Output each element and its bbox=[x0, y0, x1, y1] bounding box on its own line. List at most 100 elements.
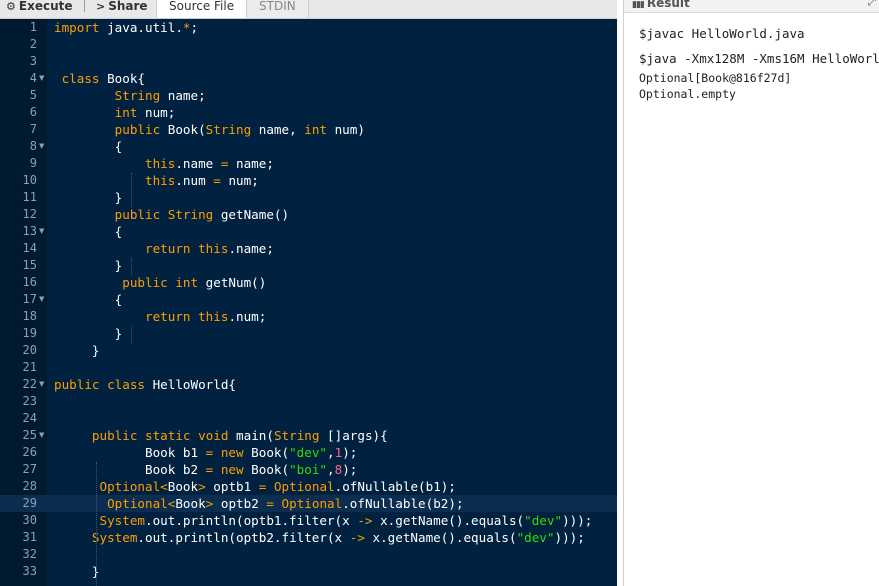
tab-source-file[interactable]: Source File bbox=[156, 0, 248, 18]
code-text: class Book{ bbox=[61, 71, 146, 86]
line-number: 5 bbox=[29, 88, 37, 102]
code-line[interactable]: 32 bbox=[0, 546, 617, 563]
code-line[interactable]: 19 } bbox=[0, 325, 617, 342]
line-number: 16 bbox=[22, 275, 37, 289]
code-line[interactable]: 26 Book b1 = new Book("dev",1); bbox=[0, 444, 617, 461]
line-number: 15 bbox=[22, 258, 37, 272]
result-panel: ▮▮▮ Result ⤢ $javac HelloWorld.java $java… bbox=[623, 0, 879, 586]
expand-icon[interactable]: ⤢ bbox=[868, 0, 876, 8]
code-text: { bbox=[54, 292, 123, 307]
code-text: Optional<Book> optb1 = Optional.ofNullab… bbox=[99, 479, 456, 494]
code-line[interactable]: 12 public String getName() bbox=[0, 206, 617, 223]
code-text: { bbox=[54, 224, 123, 239]
output-line: Optional.empty bbox=[639, 87, 736, 101]
line-number: 17 bbox=[22, 292, 37, 306]
line-number: 6 bbox=[29, 105, 37, 119]
code-text: String name; bbox=[114, 88, 206, 103]
toolbar: ⚙ Execute > Share Source File STDIN bbox=[0, 0, 617, 19]
line-number: 20 bbox=[22, 343, 37, 357]
code-text: import java.util.*; bbox=[54, 20, 199, 35]
code-text: Optional<Book> optb2 = Optional.ofNullab… bbox=[107, 496, 464, 511]
code-line[interactable]: 3 bbox=[0, 53, 617, 70]
fold-arrow-icon[interactable]: ▼ bbox=[39, 291, 44, 308]
code-line[interactable]: 14 return this.name; bbox=[0, 240, 617, 257]
indent-guide bbox=[131, 258, 132, 275]
code-line[interactable]: 8 ▼ { bbox=[0, 138, 617, 155]
code-line[interactable]: 29 Optional<Book> optb2 = Optional.ofNul… bbox=[0, 495, 617, 512]
code-text: System.out.println(optb1.filter(x -> x.g… bbox=[99, 513, 593, 528]
code-line[interactable]: 18 return this.num; bbox=[0, 308, 617, 325]
line-number: 18 bbox=[22, 309, 37, 323]
code-text: public Book(String name, int num) bbox=[114, 122, 365, 137]
code-line[interactable]: 33 } bbox=[0, 563, 617, 580]
result-title: ▮▮▮ Result bbox=[632, 0, 690, 10]
code-line[interactable]: 27 Book b2 = new Book("boi",8); bbox=[0, 461, 617, 478]
output-line: Optional[Book@816f27d] bbox=[639, 71, 792, 85]
line-number: 21 bbox=[22, 360, 37, 374]
code-line[interactable]: 31 System.out.println(optb2.filter(x -> … bbox=[0, 529, 617, 546]
fold-arrow-icon[interactable]: ▼ bbox=[39, 138, 44, 155]
code-line[interactable]: 7 public Book(String name, int num) bbox=[0, 121, 617, 138]
code-line[interactable]: 13 ▼ { bbox=[0, 223, 617, 240]
code-text: public class HelloWorld{ bbox=[54, 377, 237, 392]
code-line[interactable]: 9 this.name = name; bbox=[0, 155, 617, 172]
share-button[interactable]: > Share bbox=[96, 0, 148, 15]
code-line[interactable]: 10 this.num = num; bbox=[0, 172, 617, 189]
line-number: 10 bbox=[22, 173, 37, 187]
code-text: Book b2 = new Book("boi",8); bbox=[54, 462, 358, 477]
code-line[interactable]: 23 bbox=[0, 393, 617, 410]
code-text: Book b1 = new Book("dev",1); bbox=[54, 445, 358, 460]
fold-arrow-icon[interactable]: ▼ bbox=[39, 70, 44, 87]
code-line[interactable]: 4 ▼ class Book{ bbox=[0, 70, 617, 87]
gears-icon: ⚙ bbox=[6, 0, 16, 13]
line-number: 28 bbox=[22, 479, 37, 493]
fold-arrow-icon[interactable]: ▼ bbox=[39, 223, 44, 240]
code-line[interactable]: 24 bbox=[0, 410, 617, 427]
fold-arrow-icon[interactable]: ▼ bbox=[39, 376, 44, 393]
fold-arrow-icon[interactable]: ▼ bbox=[39, 427, 44, 444]
code-text: return this.name; bbox=[145, 241, 274, 256]
code-text: } bbox=[54, 258, 123, 273]
code-text: public String getName() bbox=[114, 207, 290, 222]
code-line[interactable]: 16 public int getNum() bbox=[0, 274, 617, 291]
line-number: 32 bbox=[22, 547, 37, 561]
line-number: 12 bbox=[22, 207, 37, 221]
code-line[interactable]: 21 bbox=[0, 359, 617, 376]
code-line[interactable]: 1 import java.util.*; bbox=[0, 19, 617, 36]
line-number: 9 bbox=[29, 156, 37, 170]
code-text: } bbox=[54, 564, 100, 579]
code-line[interactable]: 15 } bbox=[0, 257, 617, 274]
code-text: this.name = name; bbox=[145, 156, 274, 171]
share-label: Share bbox=[108, 0, 148, 13]
code-line[interactable]: 30 System.out.println(optb1.filter(x -> … bbox=[0, 512, 617, 529]
code-line[interactable]: 28 Optional<Book> optb1 = Optional.ofNul… bbox=[0, 478, 617, 495]
bar-chart-icon: ▮▮▮ bbox=[632, 0, 645, 10]
line-number: 31 bbox=[22, 530, 37, 544]
indent-guide bbox=[131, 326, 132, 343]
code-editor[interactable]: 1 import java.util.*; 2 3 4 ▼ class Book{5 St… bbox=[0, 19, 617, 586]
tab-stdin[interactable]: STDIN bbox=[246, 0, 309, 18]
indent-guide bbox=[131, 173, 132, 207]
line-number: 25 bbox=[22, 428, 37, 442]
code-line[interactable]: 6 int num; bbox=[0, 104, 617, 121]
code-text: return this.num; bbox=[145, 309, 267, 324]
line-number: 14 bbox=[22, 241, 37, 255]
code-text: } bbox=[54, 326, 123, 341]
code-line[interactable]: 22 ▼ public class HelloWorld{ bbox=[0, 376, 617, 393]
code-line[interactable]: 2 bbox=[0, 36, 617, 53]
code-text: } bbox=[54, 343, 100, 358]
code-line[interactable]: 11 } bbox=[0, 189, 617, 206]
code-line[interactable]: 20 } bbox=[0, 342, 617, 359]
line-number: 23 bbox=[22, 394, 37, 408]
line-number: 27 bbox=[22, 462, 37, 476]
line-number: 11 bbox=[22, 190, 37, 204]
code-text: this.num = num; bbox=[145, 173, 259, 188]
execute-button[interactable]: ⚙ Execute bbox=[6, 0, 72, 15]
code-line[interactable]: 25 ▼ public static void main(String []arg… bbox=[0, 427, 617, 444]
code-line[interactable]: 17 ▼ { bbox=[0, 291, 617, 308]
line-number: 8 bbox=[29, 139, 37, 153]
result-header: ▮▮▮ Result ⤢ bbox=[624, 0, 879, 13]
code-line[interactable]: 5 String name; bbox=[0, 87, 617, 104]
line-number: 30 bbox=[22, 513, 37, 527]
line-number: 1 bbox=[29, 20, 37, 34]
